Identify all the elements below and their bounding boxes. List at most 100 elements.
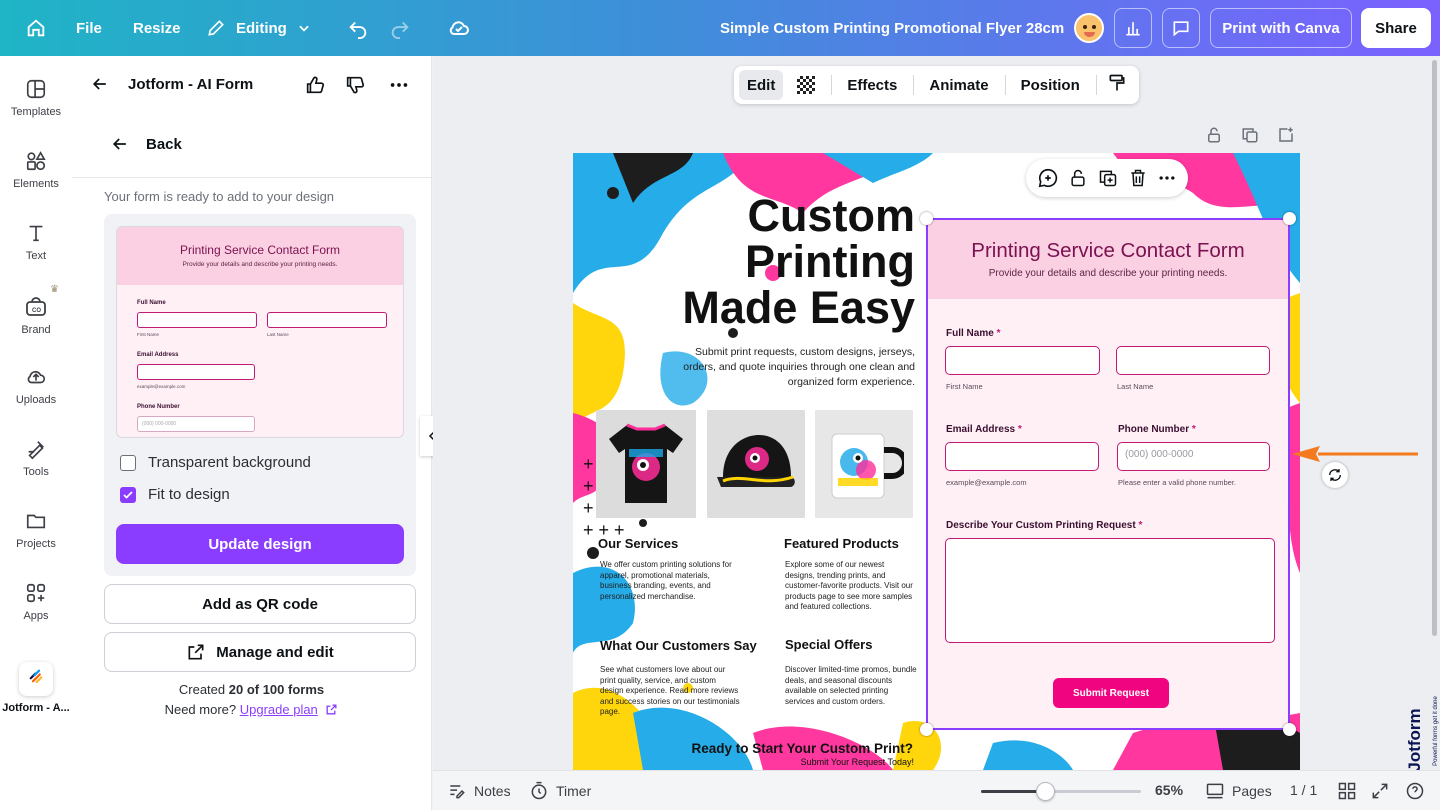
- section-title[interactable]: Featured Products: [784, 536, 899, 551]
- back-button[interactable]: Back: [110, 134, 182, 154]
- required-mark: *: [1017, 424, 1022, 435]
- thumbs-up-button[interactable]: [304, 74, 326, 101]
- flyer-intro[interactable]: Submit print requests, custom designs, j…: [663, 345, 915, 390]
- rail-item-brand[interactable]: CO Brand ♛: [0, 284, 72, 360]
- redo-button[interactable]: [382, 8, 418, 48]
- print-with-canva-button[interactable]: Print with Canva: [1210, 8, 1352, 48]
- insights-button[interactable]: [1114, 8, 1152, 48]
- rail-item-apps[interactable]: Apps: [0, 582, 72, 648]
- section-body[interactable]: Discover limited-time promos, bundle dea…: [785, 665, 917, 707]
- duplicate-page-button[interactable]: [1241, 126, 1259, 149]
- section-title[interactable]: Special Offers: [785, 637, 872, 652]
- copy-style-button[interactable]: [1107, 73, 1127, 97]
- rail-item-tools[interactable]: Tools: [0, 438, 72, 504]
- rail-item-elements[interactable]: Elements: [0, 150, 72, 216]
- undo-button[interactable]: [340, 8, 376, 48]
- file-menu[interactable]: File: [76, 0, 102, 56]
- rail-item-uploads[interactable]: Uploads: [0, 366, 72, 432]
- fullscreen-icon[interactable]: [1370, 781, 1390, 801]
- resize-handle-top-right[interactable]: [1283, 212, 1296, 225]
- help-icon[interactable]: [1405, 781, 1425, 801]
- comments-button[interactable]: [1162, 8, 1200, 48]
- resize-menu[interactable]: Resize: [133, 0, 181, 56]
- thumbs-down-button[interactable]: [344, 74, 366, 101]
- required-mark: *: [996, 328, 1001, 339]
- zoom-slider-thumb[interactable]: [1036, 782, 1055, 801]
- last-name-field[interactable]: [1116, 346, 1270, 375]
- resize-handle-bottom-left[interactable]: [920, 723, 933, 736]
- edit-button[interactable]: Edit: [739, 70, 784, 100]
- cloud-check-icon: [449, 21, 469, 35]
- flyer-headline[interactable]: Custom Printing Made Easy: [633, 193, 915, 331]
- manage-and-edit-button[interactable]: Manage and edit: [104, 632, 416, 672]
- pages-button[interactable]: Pages: [1205, 781, 1272, 801]
- more-horizontal-icon[interactable]: [1157, 168, 1177, 188]
- toolbar-divider: [913, 75, 915, 95]
- external-link-icon: [326, 704, 337, 715]
- phone-field[interactable]: (000) 000-0000: [1117, 442, 1270, 471]
- resize-handle-bottom-right[interactable]: [1283, 723, 1296, 736]
- svg-text:CO: CO: [32, 308, 41, 314]
- trash-icon[interactable]: [1128, 168, 1148, 188]
- preview-email-field: [137, 364, 255, 380]
- product-image-mug[interactable]: [815, 410, 913, 518]
- submit-request-button[interactable]: Submit Request: [1053, 678, 1169, 708]
- avatar[interactable]: [1070, 8, 1108, 48]
- duplicate-icon[interactable]: [1098, 168, 1118, 188]
- animate-button[interactable]: Animate: [929, 77, 988, 94]
- save-status-button[interactable]: [440, 8, 478, 48]
- rail-item-projects[interactable]: Projects: [0, 510, 72, 576]
- notes-label: Notes: [474, 783, 511, 799]
- lock-icon[interactable]: [1068, 168, 1088, 188]
- add-qr-code-button[interactable]: Add as QR code: [104, 584, 416, 624]
- fit-to-design-checkbox[interactable]: Fit to design: [120, 486, 230, 503]
- notes-button[interactable]: Notes: [447, 781, 511, 801]
- section-title[interactable]: Our Services: [598, 536, 678, 551]
- document-title[interactable]: Simple Custom Printing Promotional Flyer…: [720, 0, 1064, 56]
- lock-page-button[interactable]: [1205, 126, 1223, 149]
- cta-subheading[interactable]: Submit Your Request Today!: [733, 757, 914, 767]
- effects-button[interactable]: Effects: [847, 77, 897, 94]
- request-textarea[interactable]: [945, 538, 1275, 643]
- editing-mode-dropdown[interactable]: Editing: [206, 0, 311, 56]
- upgrade-plan-link[interactable]: Upgrade plan: [240, 702, 318, 717]
- transparency-icon[interactable]: [797, 76, 816, 94]
- preview-title: Printing Service Contact Form: [179, 243, 341, 257]
- embedded-form[interactable]: Printing Service Contact Form Provide yo…: [927, 219, 1289, 729]
- rail-label: Apps: [23, 610, 49, 622]
- cta-heading[interactable]: Ready to Start Your Custom Print?: [673, 741, 913, 756]
- created-prefix: Created: [178, 682, 229, 697]
- resize-handle-top-left[interactable]: [920, 212, 933, 225]
- zoom-level[interactable]: 65%: [1155, 782, 1183, 798]
- first-name-field[interactable]: [945, 346, 1100, 375]
- panel-back-arrow-button[interactable]: [90, 74, 114, 98]
- rail-item-jotform[interactable]: Jotform - A...: [0, 662, 72, 728]
- ready-text: Your form is ready to add to your design: [104, 189, 335, 204]
- zoom-slider[interactable]: [981, 782, 1141, 801]
- form-preview-thumbnail[interactable]: Printing Service Contact Form Provide yo…: [116, 226, 404, 438]
- add-comment-icon[interactable]: [1037, 167, 1059, 189]
- more-options-button[interactable]: [388, 74, 410, 101]
- add-page-button[interactable]: [1277, 126, 1295, 149]
- rail-item-text[interactable]: Text: [0, 222, 72, 288]
- email-text: Email Address: [946, 424, 1016, 435]
- timer-button[interactable]: Timer: [529, 781, 591, 801]
- section-body[interactable]: We offer custom printing solutions for a…: [600, 560, 740, 602]
- rail-label: Brand: [21, 324, 51, 336]
- grid-view-icon[interactable]: [1337, 781, 1357, 801]
- product-image-cap[interactable]: [707, 410, 805, 518]
- required-mark: *: [1191, 424, 1196, 435]
- email-field[interactable]: [945, 442, 1099, 471]
- vertical-scrollbar[interactable]: [1432, 60, 1437, 636]
- section-body[interactable]: See what customers love about our print …: [600, 665, 740, 718]
- transparent-bg-checkbox[interactable]: Transparent background: [120, 454, 311, 471]
- rail-item-templates[interactable]: Templates: [0, 78, 72, 144]
- update-design-button[interactable]: Update design: [116, 524, 404, 564]
- position-button[interactable]: Position: [1021, 77, 1080, 94]
- more-horizontal-icon: [390, 83, 408, 87]
- section-body[interactable]: Explore some of our newest designs, tren…: [785, 560, 913, 613]
- rotate-handle[interactable]: [1322, 462, 1348, 488]
- home-button[interactable]: [16, 8, 56, 48]
- share-button[interactable]: Share: [1361, 8, 1431, 48]
- section-title[interactable]: What Our Customers Say: [600, 638, 757, 653]
